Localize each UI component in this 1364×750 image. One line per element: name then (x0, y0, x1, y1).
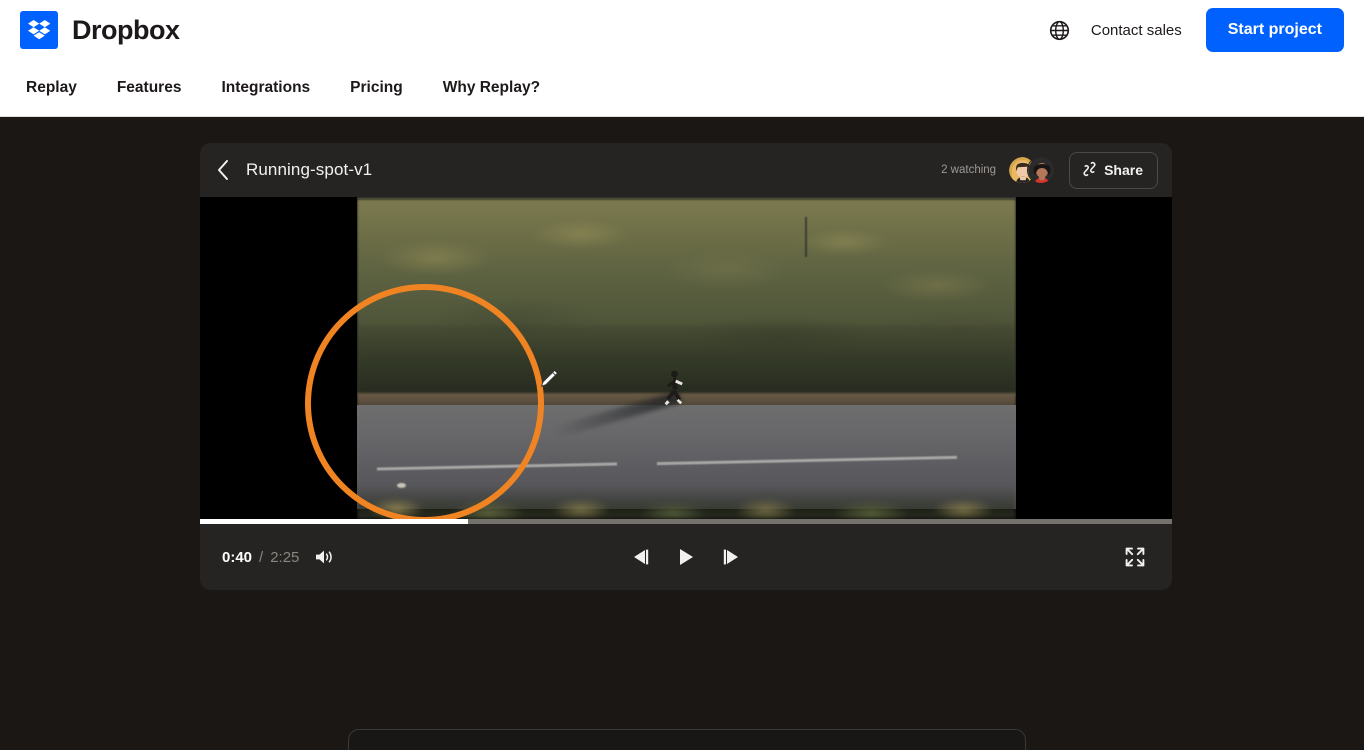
brand-logo[interactable]: Dropbox (20, 11, 180, 49)
foreground-brush (357, 485, 1016, 519)
time-separator: / (259, 548, 264, 566)
total-time: 2:25 (270, 548, 300, 566)
chevron-left-icon[interactable] (200, 143, 246, 197)
brand-name: Dropbox (72, 14, 180, 45)
nav-item-features[interactable]: Features (101, 71, 198, 105)
nav-item-replay[interactable]: Replay (10, 71, 93, 105)
watcher-avatar-stack (1008, 156, 1056, 184)
page-title: Running-spot-v1 (246, 160, 373, 179)
contact-sales-link[interactable]: Contact sales (1091, 22, 1182, 39)
replay-stage: Running-spot-v1 2 watching Share 0:40 / … (0, 117, 1364, 750)
play-icon[interactable] (671, 542, 701, 572)
globe-icon[interactable] (1043, 13, 1077, 47)
time-display: 0:40 / 2:25 (222, 549, 299, 566)
player-header: Running-spot-v1 2 watching Share (200, 143, 1172, 197)
product-navbar: Replay Features Integrations Pricing Why… (0, 60, 1364, 117)
watching-count-label: 2 watching (941, 164, 997, 176)
nav-item-integrations[interactable]: Integrations (205, 71, 326, 105)
video-surface[interactable] (200, 197, 1172, 519)
share-button[interactable]: Share (1069, 151, 1158, 189)
road-marking (657, 455, 957, 466)
start-project-button[interactable]: Start project (1205, 8, 1344, 52)
volume-on-icon[interactable] (309, 542, 339, 572)
site-topbar: Dropbox Contact sales Start project (0, 0, 1364, 60)
player-controls: 0:40 / 2:25 (200, 524, 1172, 590)
step-forward-icon[interactable] (717, 542, 747, 572)
video-frame (357, 197, 1016, 519)
link-icon (1082, 161, 1097, 180)
watcher-avatar-2[interactable] (1027, 156, 1056, 184)
road-marking (376, 462, 618, 471)
player-header-actions: 2 watching Share (941, 151, 1158, 189)
fullscreen-expand-icon[interactable] (1120, 542, 1150, 572)
share-button-label: Share (1104, 162, 1143, 178)
step-backward-icon[interactable] (625, 542, 655, 572)
runner-figure (659, 369, 689, 417)
dropbox-logo-icon (20, 11, 58, 49)
nav-item-why-replay[interactable]: Why Replay? (427, 71, 556, 105)
topbar-actions: Contact sales Start project (1043, 8, 1344, 52)
playback-controls (625, 542, 747, 572)
video-player: Running-spot-v1 2 watching Share 0:40 / … (200, 143, 1172, 590)
current-time: 0:40 (222, 548, 253, 566)
feedback-composer: 0:40:22 (348, 729, 1026, 750)
utility-pole (805, 217, 807, 257)
nav-item-pricing[interactable]: Pricing (334, 71, 419, 105)
